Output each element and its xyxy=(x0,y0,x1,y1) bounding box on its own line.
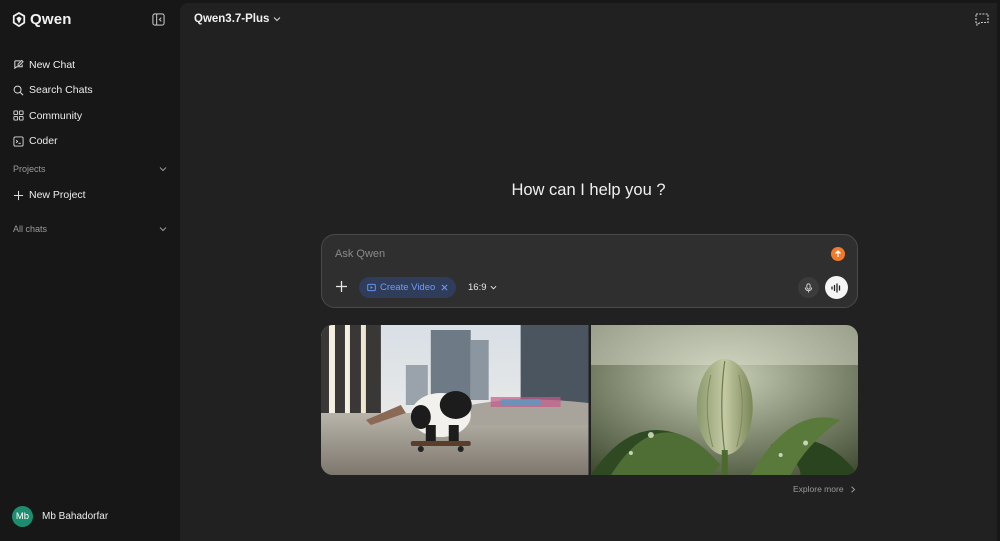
main-panel: Qwen3.7-Plus How can I help you ? Create… xyxy=(180,3,997,541)
all-chats-section-toggle[interactable]: All chats xyxy=(13,224,167,234)
sidebar-item-new-chat[interactable]: New Chat xyxy=(13,52,173,78)
all-chats-label: All chats xyxy=(13,224,48,234)
chevron-down-icon xyxy=(274,17,281,22)
new-project-button[interactable]: New Project xyxy=(13,189,86,201)
model-selector[interactable]: Qwen3.7-Plus xyxy=(194,13,281,25)
sidebar-item-search-chats[interactable]: Search Chats xyxy=(13,78,173,104)
terminal-icon xyxy=(13,136,24,147)
chevron-down-icon xyxy=(159,167,167,172)
sidebar-item-label: Search Chats xyxy=(29,84,93,97)
chevron-right-icon xyxy=(850,485,855,493)
user-profile[interactable]: Mb Mb Bahadorfar xyxy=(12,506,108,527)
send-button[interactable] xyxy=(831,247,845,261)
chevron-down-icon xyxy=(159,227,167,232)
projects-label: Projects xyxy=(13,164,46,174)
page-heading: How can I help you ? xyxy=(511,181,666,199)
explore-more-link[interactable]: Explore more xyxy=(793,484,856,494)
example-gallery xyxy=(321,325,858,475)
gallery-card-panda-skateboard[interactable] xyxy=(321,325,589,475)
arrow-up-icon xyxy=(835,250,841,257)
projects-section-toggle[interactable]: Projects xyxy=(13,164,167,174)
waveform-icon xyxy=(831,282,841,293)
aspect-ratio-dropdown[interactable]: 16:9 xyxy=(468,282,497,293)
chevron-down-icon xyxy=(490,285,496,290)
video-icon xyxy=(367,283,376,292)
close-icon[interactable] xyxy=(441,284,448,291)
brand-name: Qwen xyxy=(30,11,72,28)
avatar: Mb xyxy=(12,506,33,527)
create-video-chip[interactable]: Create Video xyxy=(359,277,457,298)
panda-skateboard-image xyxy=(321,325,589,475)
microphone-button[interactable] xyxy=(798,277,819,298)
user-name: Mb Bahadorfar xyxy=(42,511,109,522)
message-input[interactable] xyxy=(335,246,815,262)
flower-bud-image xyxy=(590,325,858,475)
chip-label: Create Video xyxy=(380,282,436,293)
sidebar-nav: New Chat Search Chats Community Coder xyxy=(13,52,173,154)
aspect-ratio-value: 16:9 xyxy=(468,282,487,293)
new-project-label: New Project xyxy=(29,189,86,201)
explore-more-label: Explore more xyxy=(793,484,844,494)
composer: Create Video 16:9 xyxy=(321,234,858,308)
search-icon xyxy=(13,85,24,96)
model-name: Qwen3.7-Plus xyxy=(194,13,270,25)
sidebar-item-coder[interactable]: Coder xyxy=(13,129,173,155)
grid-icon xyxy=(13,110,24,121)
sidebar: Qwen New Chat Search Chats Community Cod… xyxy=(0,0,180,541)
brand[interactable]: Qwen xyxy=(12,11,72,28)
microphone-icon xyxy=(804,282,813,292)
voice-mode-button[interactable] xyxy=(825,276,848,299)
new-chat-icon xyxy=(14,59,24,70)
sidebar-item-label: Coder xyxy=(29,135,58,148)
attach-plus-icon[interactable] xyxy=(335,280,348,293)
gallery-card-flower-bud[interactable] xyxy=(590,325,858,475)
sidebar-item-label: Community xyxy=(29,109,83,122)
collapse-sidebar-icon[interactable] xyxy=(152,13,165,26)
sidebar-item-community[interactable]: Community xyxy=(13,103,173,129)
plus-icon xyxy=(13,190,24,200)
qwen-logo-icon xyxy=(12,11,26,27)
sidebar-item-label: New Chat xyxy=(29,58,76,71)
temporary-chat-icon[interactable] xyxy=(975,13,989,26)
